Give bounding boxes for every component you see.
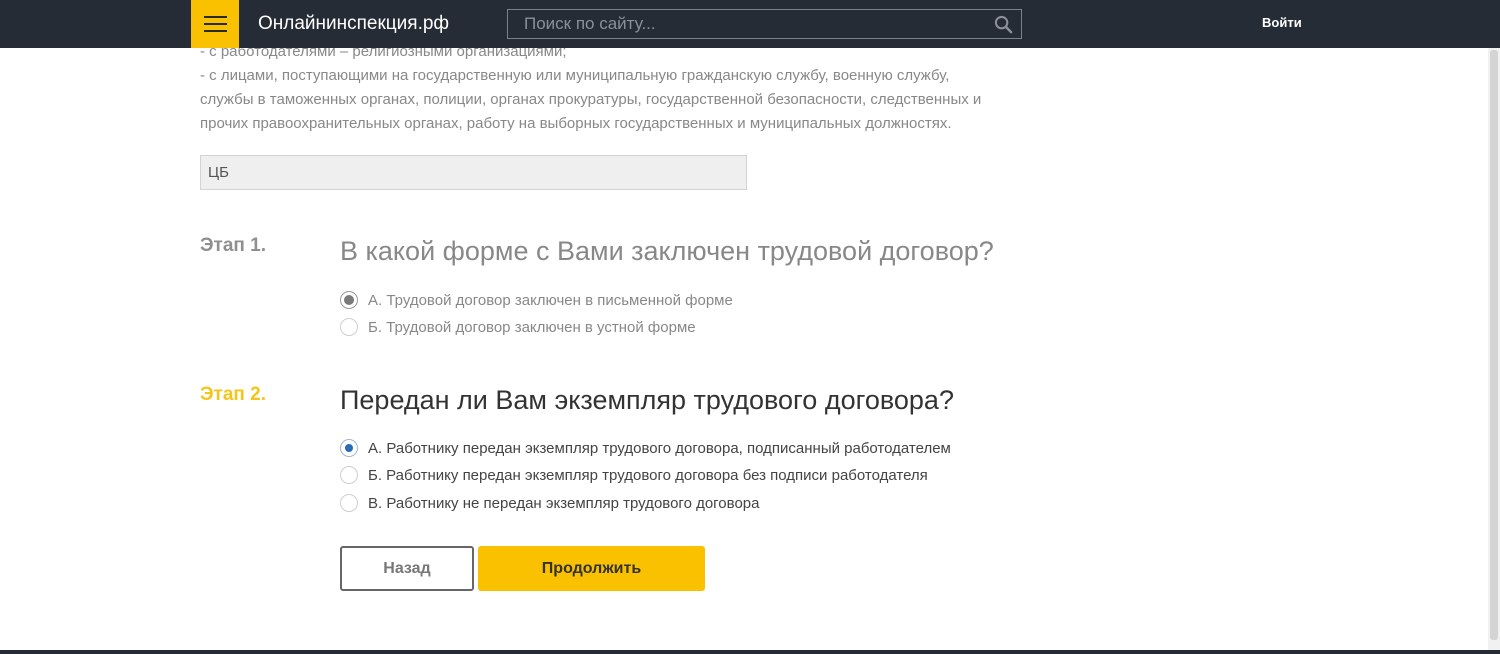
option-label: В. Работнику не передан экземпляр трудов… bbox=[368, 494, 760, 512]
search-input[interactable] bbox=[508, 10, 988, 38]
step-2-label: Этап 2. bbox=[200, 384, 266, 405]
footer-edge bbox=[0, 650, 1500, 654]
site-logo[interactable]: Онлайнинспекция.рф bbox=[258, 13, 449, 35]
search-box bbox=[507, 9, 1022, 39]
option-label: Б. Трудовой договор заключен в устной фо… bbox=[368, 318, 696, 336]
step-2-option-b[interactable]: Б. Работнику передан экземпляр трудового… bbox=[340, 465, 928, 485]
continue-button[interactable]: Продолжить bbox=[478, 546, 705, 591]
top-header: Онлайнинспекция.рф Войти bbox=[0, 0, 1500, 48]
hamburger-icon-line bbox=[204, 30, 227, 32]
radio-icon[interactable] bbox=[340, 466, 358, 484]
intro-line: прочих правоохранительных органах, работ… bbox=[200, 115, 952, 132]
hamburger-icon-line bbox=[204, 23, 227, 25]
radio-icon[interactable] bbox=[340, 494, 358, 512]
option-label: А. Работнику передан экземпляр трудового… bbox=[368, 439, 951, 457]
step-2-option-a[interactable]: А. Работнику передан экземпляр трудового… bbox=[340, 438, 951, 458]
radio-icon[interactable] bbox=[340, 318, 358, 336]
intro-text: - с работодателями – религиозными органи… bbox=[200, 40, 1020, 136]
option-label: Б. Работнику передан экземпляр трудового… bbox=[368, 466, 928, 484]
option-label: А. Трудовой договор заключен в письменно… bbox=[368, 291, 733, 309]
step-1-question: В какой форме с Вами заключен трудовой д… bbox=[340, 236, 994, 266]
menu-button[interactable] bbox=[191, 0, 239, 48]
radio-selected-icon[interactable] bbox=[340, 291, 358, 309]
step-1-label: Этап 1. bbox=[200, 235, 266, 256]
step-1-option-a[interactable]: А. Трудовой договор заключен в письменно… bbox=[340, 290, 733, 310]
step-1-option-b[interactable]: Б. Трудовой договор заключен в устной фо… bbox=[340, 317, 696, 337]
readonly-value-field: ЦБ bbox=[200, 155, 747, 190]
radio-selected-icon[interactable] bbox=[340, 439, 358, 457]
scrollbar-thumb[interactable] bbox=[1490, 50, 1498, 640]
back-button[interactable]: Назад bbox=[340, 546, 474, 591]
search-icon[interactable] bbox=[994, 15, 1013, 34]
intro-line: - с лицами, поступающими на государствен… bbox=[200, 67, 950, 84]
step-2-question: Передан ли Вам экземпляр трудового догов… bbox=[340, 385, 954, 415]
hamburger-icon-line bbox=[204, 16, 227, 18]
step-2-option-c[interactable]: В. Работнику не передан экземпляр трудов… bbox=[340, 493, 759, 513]
page-scrollbar[interactable] bbox=[1488, 48, 1500, 650]
intro-line: службы в таможенных органах, полиции, ор… bbox=[200, 91, 982, 108]
login-link[interactable]: Войти bbox=[1262, 15, 1302, 30]
